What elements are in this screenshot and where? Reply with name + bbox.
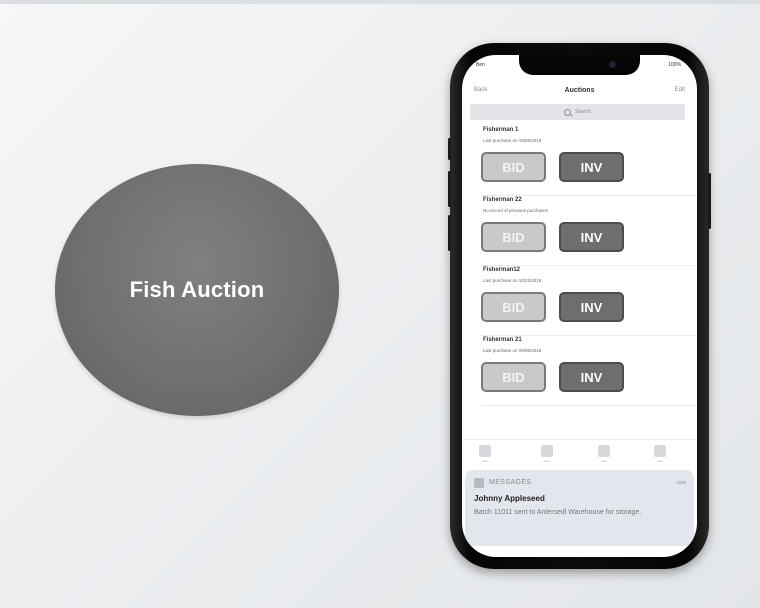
divider: [481, 265, 697, 266]
auction-item: Fisherman 1 Last purchase on 10/05/2018 …: [462, 127, 697, 197]
divider: [481, 335, 697, 336]
fisherman-name: Fisherman 1: [483, 127, 519, 133]
inv-button[interactable]: INV: [559, 292, 624, 322]
camera-icon: [609, 61, 616, 68]
notification-app-name: MESSAGES: [489, 479, 532, 486]
purchase-info: Last purchase on 10/21/2018: [483, 278, 542, 283]
divider: [481, 405, 697, 406]
auction-item: Fisherman12 Last purchase on 10/21/2018 …: [462, 267, 697, 337]
phone-side-button: [448, 138, 451, 160]
tab-label: Item: [601, 459, 607, 463]
tab-label: Item: [544, 459, 550, 463]
phone-mockup: Ben 100% Back Auctions Edit Search Fishe…: [448, 43, 711, 569]
notification-body: Batch 11011 sent to Antersedl Warehouse …: [474, 509, 642, 516]
tab-item[interactable]: Item: [540, 445, 554, 463]
inv-button[interactable]: INV: [559, 362, 624, 392]
nav-bar: Back Auctions Edit: [462, 79, 697, 103]
purchase-info: No record of previous purchases: [483, 208, 549, 213]
message-notification[interactable]: MESSAGES now Johnny Appleseed Batch 1101…: [465, 470, 694, 546]
fisherman-name: Fisherman 22: [483, 197, 522, 203]
phone-power-button: [708, 173, 711, 229]
tab-item[interactable]: Item: [597, 445, 611, 463]
tab-label: Item: [657, 459, 663, 463]
phone-side-button: [448, 171, 451, 207]
notification-sender: Johnny Appleseed: [474, 494, 545, 503]
tab-bar: Item Item Item Item: [462, 439, 697, 469]
divider: [481, 195, 697, 196]
fisherman-name: Fisherman12: [483, 267, 521, 273]
carrier-label: Ben: [476, 62, 485, 68]
bid-button[interactable]: BID: [481, 292, 546, 322]
phone-screen: Ben 100% Back Auctions Edit Search Fishe…: [462, 55, 697, 557]
top-border: [0, 0, 760, 4]
notification-time: now: [676, 480, 686, 486]
search-placeholder: Search: [575, 109, 591, 115]
edit-button[interactable]: Edit: [675, 87, 685, 93]
bid-button[interactable]: BID: [481, 222, 546, 252]
purchase-info: Last purchase on 09/05/2018: [483, 348, 542, 353]
auction-item: Fisherman 21 Last purchase on 09/05/2018…: [462, 337, 697, 407]
auction-item: Fisherman 22 No record of previous purch…: [462, 197, 697, 267]
tab-item[interactable]: Item: [478, 445, 492, 463]
battery-label: 100%: [668, 62, 681, 68]
fish-auction-circle: Fish Auction: [55, 164, 339, 416]
tab-icon: [654, 445, 666, 457]
search-input[interactable]: Search: [470, 104, 685, 120]
fisherman-name: Fisherman 21: [483, 337, 522, 343]
purchase-info: Last purchase on 10/05/2018: [483, 138, 542, 143]
phone-notch: [519, 55, 640, 75]
slide-canvas: Fish Auction Ben 100% Back Auctions Edit…: [0, 0, 760, 608]
nav-title: Auctions: [564, 87, 595, 94]
tab-icon: [479, 445, 491, 457]
inv-button[interactable]: INV: [559, 222, 624, 252]
tab-icon: [598, 445, 610, 457]
bid-button[interactable]: BID: [481, 362, 546, 392]
search-icon: [564, 108, 572, 116]
tab-item[interactable]: Item: [653, 445, 667, 463]
auction-list: Fisherman 1 Last purchase on 10/05/2018 …: [462, 127, 697, 407]
tab-label: Item: [482, 459, 488, 463]
bid-button[interactable]: BID: [481, 152, 546, 182]
phone-side-button: [448, 215, 451, 251]
circle-title: Fish Auction: [129, 277, 265, 302]
messages-app-icon: [474, 478, 484, 488]
tab-icon: [541, 445, 553, 457]
inv-button[interactable]: INV: [559, 152, 624, 182]
